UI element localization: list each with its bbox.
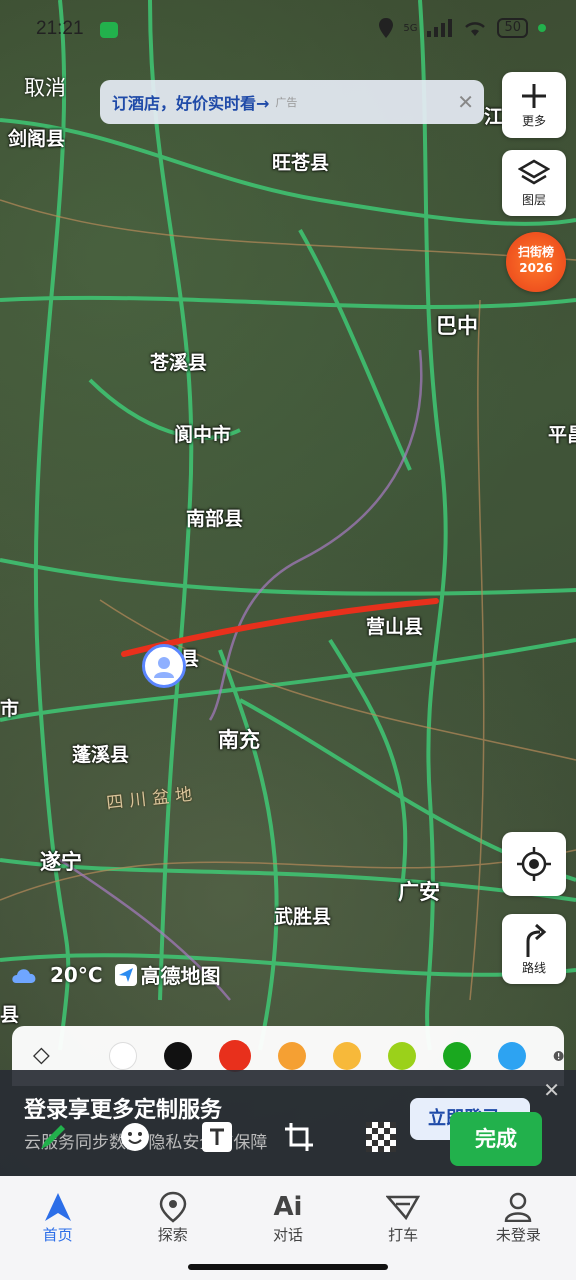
map-label-langzhong: 阆中市 — [174, 424, 232, 446]
signal-icon — [427, 19, 453, 37]
emoji-icon — [121, 1123, 149, 1151]
map-label-shi: 市 — [0, 698, 20, 720]
layers-label: 图层 — [521, 192, 546, 207]
map-label-cangxi: 苍溪县 — [150, 352, 208, 374]
map-label-suining: 遂宁 — [40, 850, 82, 874]
tab-profile[interactable]: 未登录 — [468, 1176, 568, 1280]
locate-button[interactable] — [502, 832, 566, 896]
status-bar: 21:21 5G 50 — [0, 0, 576, 60]
map-label-nanchong: 南充 — [218, 728, 260, 752]
cancel-button[interactable]: 取消 — [24, 72, 66, 102]
map-label-nanbu: 南部县 — [186, 508, 244, 530]
color-swatch[interactable] — [163, 1042, 192, 1070]
weather-temp: 20°C — [50, 962, 103, 987]
map-label-yingshan: 营山县 — [366, 616, 424, 638]
color-swatch[interactable] — [442, 1042, 471, 1070]
map-label-ping: 平昌 — [548, 424, 576, 446]
emoji-tool[interactable] — [118, 1120, 152, 1154]
color-swatch[interactable] — [387, 1042, 416, 1070]
text-icon — [202, 1122, 232, 1152]
done-button[interactable]: 完成 — [450, 1112, 542, 1166]
mosaic-icon — [366, 1122, 396, 1152]
map-label-wangcang: 旺苍县 — [272, 152, 330, 174]
more-label: 更多 — [521, 113, 546, 128]
wechat-icon — [100, 22, 118, 38]
crop-tool[interactable] — [282, 1120, 316, 1154]
wifi-icon — [465, 22, 486, 36]
hotel-ad-banner[interactable]: 订酒店，好价实时看→ 广告 ✕ — [100, 80, 484, 124]
active-dot-icon — [538, 24, 546, 32]
tab-explore-label: 探索 — [157, 1226, 188, 1244]
color-swatch-list — [108, 1040, 553, 1072]
ai-chat-icon: Ai — [273, 1192, 303, 1222]
route-arrow-icon — [526, 923, 547, 957]
drawing-toolbar — [36, 1120, 398, 1154]
weather-widget: 20°C 高德地图 — [10, 960, 221, 989]
map-label-pengxi: 蓬溪县 — [72, 744, 130, 766]
tab-profile-label: 未登录 — [495, 1226, 541, 1244]
more-button[interactable]: 更多 — [502, 72, 566, 138]
map-label-xian-left: 县 — [0, 1004, 20, 1026]
route-button[interactable]: 路线 — [502, 914, 566, 984]
amap-logo-icon — [114, 963, 137, 986]
map-label-bazhong: 巴中 — [436, 314, 478, 338]
current-location-avatar[interactable] — [142, 644, 186, 688]
tab-home[interactable]: 首页 — [8, 1176, 108, 1280]
map-label-jiange: 剑阁县 — [8, 128, 66, 150]
route-label: 路线 — [521, 960, 546, 975]
color-swatch[interactable] — [108, 1042, 137, 1070]
tab-home-label: 首页 — [42, 1226, 73, 1244]
ad-close-icon[interactable]: ✕ — [457, 90, 474, 114]
map-pin-icon — [159, 1191, 187, 1223]
tab-chat-label: 对话 — [272, 1226, 303, 1244]
user-icon — [505, 1192, 532, 1222]
status-time: 21:21 — [36, 18, 84, 39]
pen-icon — [41, 1125, 65, 1149]
color-swatch[interactable] — [218, 1040, 251, 1072]
taxi-icon — [386, 1195, 421, 1220]
map-label-guangan: 广安 — [398, 880, 440, 904]
layers-button[interactable]: 图层 — [502, 150, 566, 216]
pen-tool[interactable] — [36, 1120, 70, 1154]
location-status-icon — [379, 18, 394, 38]
rank-line1: 扫街榜 — [517, 245, 554, 259]
map-label-wusheng: 武胜县 — [274, 906, 332, 928]
ad-text: 订酒店，好价实时看→ — [112, 94, 270, 113]
crop-icon — [285, 1123, 313, 1151]
text-tool[interactable] — [200, 1120, 234, 1154]
color-swatch[interactable] — [497, 1042, 526, 1070]
color-swatch[interactable] — [277, 1042, 306, 1070]
mosaic-tool[interactable] — [364, 1120, 398, 1154]
eraser-icon[interactable] — [32, 1041, 51, 1071]
navigation-arrow-icon — [44, 1193, 71, 1221]
color-swatch[interactable] — [332, 1042, 361, 1070]
plus-icon — [522, 83, 546, 108]
tab-taxi-label: 打车 — [388, 1226, 419, 1244]
info-icon[interactable] — [553, 1047, 564, 1065]
street-rank-button[interactable]: 扫街榜 2026 — [506, 232, 566, 292]
rank-line2: 2026 — [519, 261, 553, 275]
cloud-icon — [12, 968, 36, 983]
map-label-jiang: 江 — [484, 106, 504, 128]
layers-icon — [518, 159, 550, 184]
user-avatar-icon — [154, 657, 174, 678]
promo-close-icon[interactable]: ✕ — [543, 1078, 560, 1102]
network-type: 5G — [403, 22, 418, 34]
home-indicator — [188, 1264, 388, 1270]
battery-indicator: 50 — [497, 18, 528, 38]
crosshair-icon — [517, 847, 551, 881]
ad-tag: 广告 — [275, 96, 298, 109]
amap-brand: 高德地图 — [140, 964, 221, 988]
